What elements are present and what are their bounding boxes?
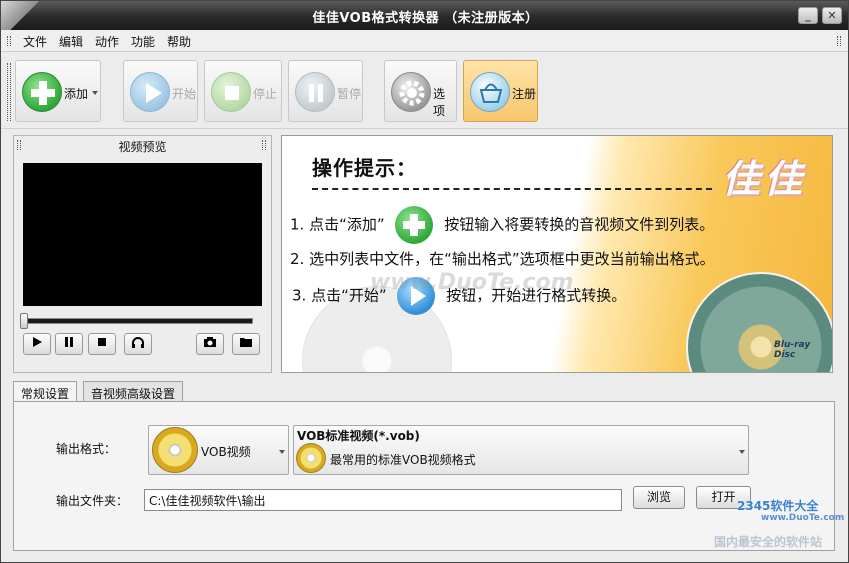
toolbar: 添加 开始 停止 暂停 选项 注册 <box>1 53 848 129</box>
menu-grip-right-icon <box>837 36 841 46</box>
chevron-down-icon <box>739 450 745 454</box>
add-icon <box>22 72 62 112</box>
headphone-icon <box>132 337 144 348</box>
format-category-select[interactable]: VOB视频 <box>148 425 289 475</box>
menu-edit[interactable]: 编辑 <box>59 33 83 50</box>
site-slogan-watermark: 国内最安全的软件站 <box>714 535 823 549</box>
general-settings-panel: 输出格式： VOB视频 VOB标准视频(*.vob) 最常用的标准VOB视频格式… <box>13 401 835 551</box>
open-snapshot-folder-button[interactable] <box>232 333 260 355</box>
output-folder-input[interactable] <box>144 489 622 511</box>
menu-file[interactable]: 文件 <box>23 33 47 50</box>
tip-step-1-before: 1. 点击“添加” <box>290 215 385 234</box>
format-name: VOB标准视频(*.vob) <box>297 429 420 443</box>
toolbar-grip-icon <box>7 63 11 121</box>
preview-title: 视频预览 <box>118 140 167 154</box>
stop-control-icon <box>98 338 106 346</box>
duote-watermark: www.DuoTe.com <box>370 270 574 295</box>
menu-action[interactable]: 动作 <box>95 33 119 50</box>
register-label: 注册 <box>512 87 537 101</box>
video-preview-panel: 视频预览 <box>13 135 272 373</box>
menu-grip-icon <box>7 36 11 46</box>
add-button[interactable]: 添加 <box>15 60 101 122</box>
add-icon <box>395 206 434 244</box>
format-detail-select[interactable]: VOB标准视频(*.vob) 最常用的标准VOB视频格式 <box>293 425 749 475</box>
dvd-disc-icon <box>152 427 198 473</box>
play-control-icon <box>33 337 42 347</box>
output-folder-label: 输出文件夹： <box>56 494 129 508</box>
start-label: 开始 <box>172 87 197 101</box>
start-button[interactable]: 开始 <box>123 60 198 122</box>
stop-icon <box>211 72 251 112</box>
stop-control-button[interactable] <box>88 333 116 355</box>
title-bar[interactable]: 佳佳VOB格式转换器 （未注册版本） _ ✕ <box>1 1 848 30</box>
site-brand-watermark: 2345软件大全 <box>737 499 819 513</box>
tip-step-1-after: 按钮输入将要转换的音视频文件到列表。 <box>444 215 715 234</box>
disc-icon <box>296 443 326 473</box>
stop-button[interactable]: 停止 <box>204 60 282 122</box>
audio-button[interactable] <box>124 333 152 355</box>
pause-label: 暂停 <box>337 87 362 101</box>
folder-icon <box>240 338 252 347</box>
options-label: 选项 <box>433 87 446 118</box>
pause-control-button[interactable] <box>55 333 83 355</box>
pause-icon <box>295 72 335 112</box>
tip-step-2: 2. 选中列表中文件，在“输出格式”选项框中更改当前输出格式。 <box>290 250 715 268</box>
play-button[interactable] <box>23 333 51 355</box>
snapshot-button[interactable] <box>196 333 224 355</box>
tips-title: 操作提示： <box>312 156 417 180</box>
format-description: 最常用的标准VOB视频格式 <box>330 453 476 467</box>
stop-label: 停止 <box>253 87 278 101</box>
disc-label: Blu-ray Disc <box>774 340 811 360</box>
window-title: 佳佳VOB格式转换器 （未注册版本） <box>312 11 539 26</box>
browse-button[interactable]: 浏览 <box>633 486 685 509</box>
pause-control-icon <box>65 337 73 347</box>
play-icon <box>130 72 170 112</box>
register-button[interactable]: 注册 <box>463 60 538 122</box>
tips-divider <box>312 188 712 190</box>
format-category-value: VOB视频 <box>201 445 251 459</box>
preview-grip-right-icon <box>262 140 266 150</box>
add-label: 添加 <box>64 87 89 101</box>
output-format-label: 输出格式： <box>56 442 117 456</box>
tips-panel: Blu-ray Disc 佳佳 操作提示： 1. 点击“添加” 按钮输入将要转换… <box>281 135 833 373</box>
camera-icon <box>204 337 216 347</box>
seek-slider[interactable] <box>20 313 253 329</box>
site-url-watermark: www.DuoTe.com <box>761 513 845 523</box>
basket-icon <box>470 72 510 112</box>
tab-advanced[interactable]: 音视频高级设置 <box>83 381 184 402</box>
close-button[interactable]: ✕ <box>822 7 842 24</box>
menu-help[interactable]: 帮助 <box>167 33 191 50</box>
add-dropdown-arrow-icon[interactable] <box>92 91 98 95</box>
tab-general[interactable]: 常规设置 <box>13 381 78 403</box>
menu-function[interactable]: 功能 <box>131 33 155 50</box>
minimize-button[interactable]: _ <box>798 7 818 24</box>
brand-logo: 佳佳 <box>722 156 807 201</box>
gear-icon <box>391 72 431 112</box>
app-window: 佳佳VOB格式转换器 （未注册版本） _ ✕ 文件 编辑 动作 功能 帮助 添加… <box>0 0 849 563</box>
bluray-disc-decoration: Blu-ray Disc <box>686 272 832 372</box>
pause-button[interactable]: 暂停 <box>288 60 363 122</box>
options-button[interactable]: 选项 <box>384 60 457 122</box>
menu-bar: 文件 编辑 动作 功能 帮助 <box>1 30 848 52</box>
seek-handle[interactable] <box>20 313 28 329</box>
video-screen <box>23 163 262 306</box>
tip-step-1: 1. 点击“添加” 按钮输入将要转换的音视频文件到列表。 <box>290 206 714 244</box>
chevron-down-icon <box>279 450 285 454</box>
